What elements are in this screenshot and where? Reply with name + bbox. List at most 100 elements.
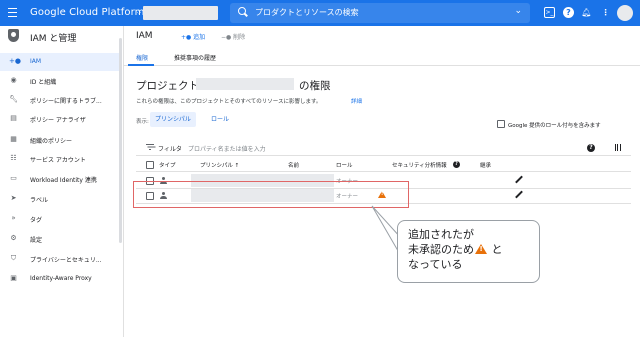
sidebar-item-org-policies[interactable]: ▦ 組織のポリシー xyxy=(0,131,120,149)
column-principal-label: プリンシパル xyxy=(200,163,233,169)
brand-title[interactable]: Google Cloud Platform xyxy=(30,7,144,18)
permissions-heading-prefix: プロジェクト xyxy=(136,80,199,92)
project-dots-icon: ⁘ xyxy=(136,9,142,17)
chevron-down-icon[interactable]: ⌄ xyxy=(514,6,522,16)
menu-icon[interactable] xyxy=(8,8,17,17)
add-button[interactable]: +● 追加 xyxy=(181,32,205,41)
search-icon xyxy=(238,7,247,16)
sidebar-item-label: プライバシーとセキュリ... xyxy=(30,257,102,264)
help-icon[interactable]: ? xyxy=(587,144,595,152)
table-header: タイプ プリンシパル ↑ 名前 ロール セキュリティ分析情報 ? 継承 xyxy=(136,158,631,172)
filter-bar[interactable]: フィルタ プロパティ名または値を入力 xyxy=(136,140,631,156)
edit-pencil-icon[interactable] xyxy=(515,191,523,199)
remove-button[interactable]: −● 削除 xyxy=(221,32,245,41)
sidebar-item-settings[interactable]: ⚙ 設定 xyxy=(0,230,120,248)
search-placeholder: プロダクトとリソースの検索 xyxy=(255,8,359,17)
tag-icon: » xyxy=(11,214,16,222)
sidebar-title: IAM と管理 xyxy=(30,34,77,44)
sidebar-item-label: IAM xyxy=(30,58,42,65)
settings-icon: ⚙ xyxy=(10,234,17,242)
callout-line-3: なっている xyxy=(408,258,463,271)
sidebar-item-identity-org[interactable]: ◉ ID と組織 xyxy=(0,72,120,90)
highlight-box xyxy=(133,181,409,208)
remove-label: 削除 xyxy=(233,34,246,41)
sidebar-item-label: ポリシー アナライザ xyxy=(30,117,86,124)
account-circle-icon: ◉ xyxy=(10,76,17,84)
add-label: 追加 xyxy=(193,34,206,41)
callout-line-2-before: 未承認のため xyxy=(408,243,474,256)
sidebar-item-service-accounts[interactable]: ☷ サービス アカウント xyxy=(0,150,120,168)
column-type[interactable]: タイプ xyxy=(159,161,176,169)
column-inheritance[interactable]: 継承 xyxy=(480,161,491,169)
sidebar-item-policy-troubleshooter[interactable]: 🔧︎ ポリシーに関するトラブ... xyxy=(0,91,120,109)
callout-seam-cover xyxy=(398,239,401,255)
sidebar-scrollbar[interactable] xyxy=(119,38,122,243)
sidebar-item-label: ポリシーに関するトラブ... xyxy=(30,98,102,105)
sidebar: IAM と管理 +● IAM ◉ ID と組織 🔧︎ ポリシーに関するトラブ..… xyxy=(0,26,124,337)
sidebar-item-privacy-security[interactable]: ⛉ プライバシーとセキュリ... xyxy=(0,250,120,268)
sidebar-item-label: タグ xyxy=(30,217,43,224)
sidebar-item-tags[interactable]: » タグ xyxy=(0,210,120,228)
security-insights-help-icon[interactable]: ? xyxy=(453,161,460,168)
sidebar-header: IAM と管理 xyxy=(0,26,123,48)
iap-icon: ▣ xyxy=(10,274,17,282)
filter-input[interactable]: プロパティ名または値を入力 xyxy=(188,144,266,153)
select-all-checkbox[interactable] xyxy=(146,161,154,169)
label-icon: ➤ xyxy=(10,194,17,202)
more-vert-icon[interactable]: ⋮ xyxy=(600,7,611,18)
project-selector[interactable]: ⁘ xyxy=(136,6,218,20)
service-account-icon: ☷ xyxy=(10,154,17,162)
sidebar-item-label: 設定 xyxy=(30,237,43,244)
column-display-icon[interactable] xyxy=(615,144,621,151)
details-link[interactable]: 詳細 xyxy=(351,97,362,105)
help-icon[interactable]: ? xyxy=(563,7,574,18)
shield-icon xyxy=(8,29,19,42)
sidebar-item-label: 組織のポリシー xyxy=(30,138,73,145)
sidebar-item-label: Workload Identity 連携 xyxy=(30,177,97,184)
page-title: IAM xyxy=(136,31,153,41)
annotation-callout: 追加されたが 未承認のため と なっている xyxy=(397,220,540,283)
filter-icon xyxy=(146,144,154,150)
view-by-principals-chip[interactable]: プリンシパル xyxy=(150,112,196,127)
callout-line-1: 追加されたが xyxy=(408,228,474,241)
callout-line-2-after: と xyxy=(491,243,503,256)
permissions-heading-suffix: の権限 xyxy=(299,80,331,92)
privacy-icon: ⛉ xyxy=(10,254,17,262)
view-by-roles-chip[interactable]: ロール xyxy=(206,112,234,127)
notifications-icon[interactable]: 🔔︎ xyxy=(581,7,592,18)
warning-icon xyxy=(475,244,487,254)
search-bar[interactable]: プロダクトとリソースの検索 ⌄ xyxy=(230,3,530,23)
filter-label: フィルタ xyxy=(158,146,182,153)
column-name[interactable]: 名前 xyxy=(288,161,299,169)
view-label: 表示: xyxy=(136,119,149,125)
sidebar-item-workload-identity[interactable]: ▭ Workload Identity 連携 xyxy=(0,170,120,188)
sidebar-item-iam[interactable]: +● IAM xyxy=(0,53,120,71)
sidebar-item-identity-aware-proxy[interactable]: ▣ Identity-Aware Proxy xyxy=(0,270,120,288)
tab-bar: 権限 推奨事項の履歴 xyxy=(124,50,640,66)
column-security-insights[interactable]: セキュリティ分析情報 xyxy=(392,161,447,169)
project-name-redacted xyxy=(143,6,218,20)
sidebar-item-labels[interactable]: ➤ ラベル xyxy=(0,190,120,208)
active-tab-indicator xyxy=(128,64,154,66)
column-principal[interactable]: プリンシパル ↑ xyxy=(200,161,239,169)
sidebar-item-policy-analyzer[interactable]: ▤ ポリシー アナライザ xyxy=(0,110,120,128)
avatar[interactable] xyxy=(617,5,633,21)
cloud-shell-icon[interactable]: >_ xyxy=(544,7,555,18)
policy-icon: ▦ xyxy=(10,135,17,143)
google-provided-label: Google 提供のロール付与を含みます xyxy=(508,123,601,129)
analyzer-icon: ▤ xyxy=(10,114,17,122)
callout-line-2: 未承認のため と xyxy=(408,243,503,256)
column-role[interactable]: ロール xyxy=(336,161,353,169)
wrench-icon: 🔧︎ xyxy=(9,95,18,103)
edit-pencil-icon[interactable] xyxy=(515,176,523,184)
google-provided-checkbox[interactable] xyxy=(497,120,505,128)
person-add-icon: +● xyxy=(9,57,21,65)
top-bar: Google Cloud Platform ⁘ プロダクトとリソースの検索 ⌄ … xyxy=(0,0,640,26)
tab-recommendations-history[interactable]: 推奨事項の履歴 xyxy=(174,53,216,62)
workload-identity-icon: ▭ xyxy=(10,174,17,182)
page-header: IAM +● 追加 −● 削除 xyxy=(124,26,640,46)
tab-permissions[interactable]: 権限 xyxy=(136,53,148,62)
sidebar-item-label: ラベル xyxy=(30,197,49,204)
permissions-description: これらの権限は、このプロジェクトとそのすべてのリソースに影響します。 xyxy=(136,99,322,105)
sort-arrow-up-icon[interactable]: ↑ xyxy=(235,163,240,169)
